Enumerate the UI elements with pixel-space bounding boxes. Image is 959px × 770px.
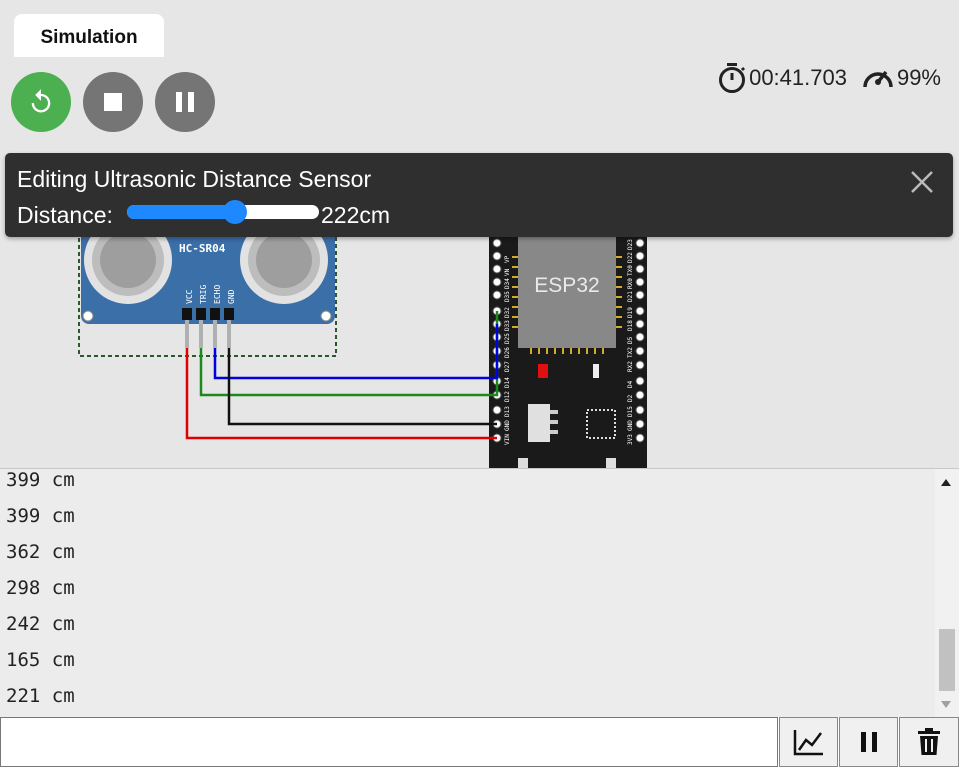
- serial-line: 165 cm: [6, 649, 75, 671]
- distance-label: Distance:: [17, 202, 113, 228]
- serial-scrollbar[interactable]: [935, 469, 959, 717]
- board-pin-label: D13: [504, 406, 511, 417]
- serial-line: 362 cm: [6, 541, 75, 563]
- board-pin-label: D5: [627, 336, 634, 344]
- board-pin-label: D35: [504, 291, 511, 302]
- board-pin-label: RX0: [627, 278, 634, 289]
- wires[interactable]: [185, 311, 499, 440]
- wire-echo: [213, 324, 499, 380]
- stop-icon: [104, 93, 122, 111]
- esp32-board[interactable]: ESP32 VP VN D34 D35 D32 D33 D25 D26 D27 D14 D12 D13…: [489, 228, 647, 468]
- board-pin-label: GND: [504, 420, 511, 431]
- board-pin-label: D32: [504, 307, 511, 318]
- timer-value: 00:41.703: [749, 65, 847, 90]
- speed-value: 99%: [896, 65, 941, 90]
- board-pin-label: TX0: [627, 265, 634, 276]
- board-pin-label: D15: [627, 406, 634, 417]
- serial-monitor[interactable]: 399 cm 399 cm 362 cm 298 cm 242 cm 165 c…: [0, 468, 959, 717]
- board-pin-label: D26: [504, 347, 511, 358]
- serial-line: 298 cm: [6, 577, 75, 599]
- scroll-down-arrow[interactable]: [941, 701, 951, 708]
- editor-title: Editing Ultrasonic Distance Sensor: [17, 166, 372, 192]
- pause-button[interactable]: [155, 72, 215, 132]
- board-pin-label: D19: [627, 307, 634, 318]
- speedometer-icon: [863, 70, 893, 88]
- distance-slider-fill: [127, 205, 235, 219]
- board-pin-label: D22: [627, 252, 634, 263]
- board-pin-label: RX2: [627, 361, 634, 372]
- simulation-canvas[interactable]: Simulation 00:41.703 99% HC-SR04 VCC TRI…: [0, 0, 959, 468]
- clear-output-button[interactable]: [899, 717, 959, 767]
- pause-icon: [860, 732, 877, 752]
- component-editor-panel: Editing Ultrasonic Distance Sensor Dista…: [5, 153, 953, 237]
- pin-label-trig: TRIG: [199, 285, 208, 304]
- board-pin-label: VP: [504, 255, 511, 263]
- serial-line: 399 cm: [6, 469, 75, 491]
- board-pin-label: D14: [504, 377, 511, 388]
- board-pin-label: VN: [504, 268, 511, 276]
- board-pin-label: D23: [627, 239, 634, 250]
- board-pin-label: D21: [627, 291, 634, 302]
- board-pin-label: D27: [504, 361, 511, 372]
- stopwatch-icon: [719, 63, 746, 93]
- board-pin-label: 3V3: [627, 434, 634, 445]
- board-pin-label: D2: [627, 394, 634, 402]
- distance-value: 222cm: [321, 202, 391, 228]
- serial-line: 399 cm: [6, 505, 75, 527]
- board-pin-label: D4: [627, 380, 634, 388]
- plotter-button[interactable]: [779, 717, 838, 767]
- pause-output-button[interactable]: [839, 717, 898, 767]
- board-pin-label: TX2: [627, 347, 634, 358]
- ultrasonic-sensor[interactable]: HC-SR04 VCC TRIG ECHO GND: [78, 216, 337, 357]
- trash-icon: [918, 728, 940, 755]
- pause-icon: [176, 92, 194, 112]
- pin-label-echo: ECHO: [213, 285, 222, 304]
- board-pin-label: VIN: [504, 434, 511, 445]
- restart-button[interactable]: [11, 72, 71, 132]
- sensor-model-label: HC-SR04: [179, 242, 226, 255]
- esp32-label: ESP32: [534, 274, 599, 297]
- serial-input[interactable]: [0, 717, 778, 767]
- serial-line: 221 cm: [6, 685, 75, 707]
- status-bar: 00:41.703 99%: [717, 62, 941, 94]
- chart-icon: [793, 730, 823, 756]
- scrollbar-thumb[interactable]: [939, 629, 955, 691]
- board-pin-label: GND: [627, 420, 634, 431]
- tab-simulation[interactable]: Simulation: [14, 14, 164, 57]
- stop-button[interactable]: [83, 72, 143, 132]
- serial-line: 242 cm: [6, 613, 75, 635]
- serial-toolbar: [0, 717, 959, 770]
- board-pin-label: D18: [627, 320, 634, 331]
- wire-gnd: [227, 348, 497, 426]
- pin-label-vcc: VCC: [185, 289, 194, 304]
- board-pin-label: D12: [504, 391, 511, 402]
- board-pin-label: D25: [504, 333, 511, 344]
- board-pin-label: D33: [504, 320, 511, 331]
- scroll-up-arrow[interactable]: [941, 479, 951, 486]
- distance-slider-thumb[interactable]: [222, 200, 247, 224]
- board-pin-label: D34: [504, 278, 511, 289]
- pin-label-gnd: GND: [227, 289, 236, 304]
- close-icon[interactable]: [909, 169, 935, 195]
- restart-icon: [31, 89, 51, 113]
